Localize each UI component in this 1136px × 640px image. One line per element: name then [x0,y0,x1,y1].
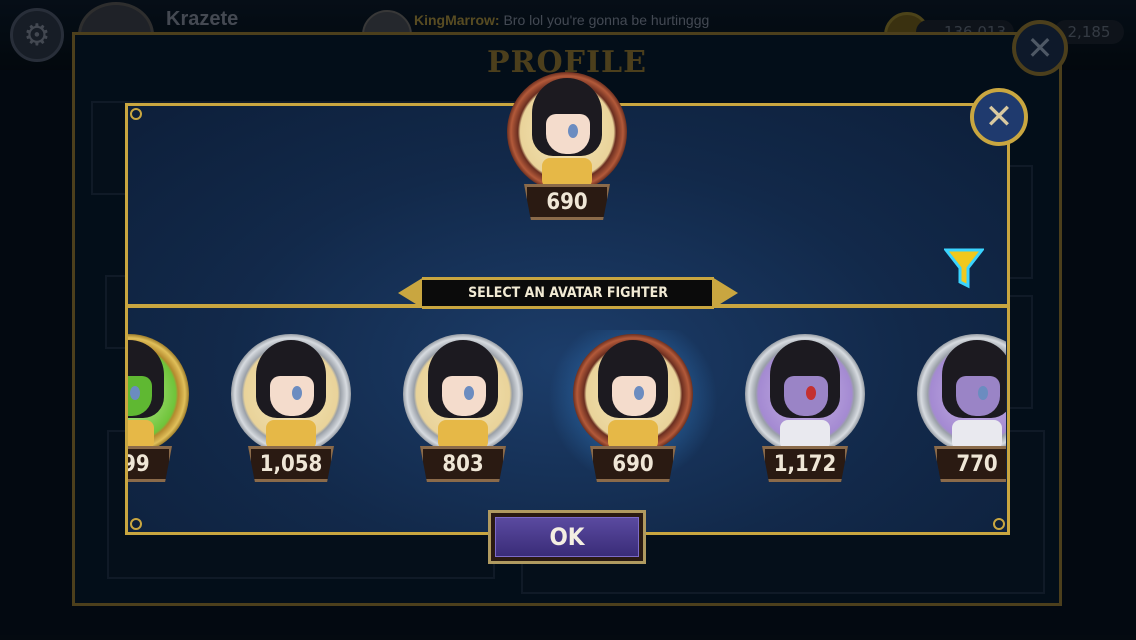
avatar-eye [568,124,578,138]
close-icon[interactable]: ✕ [970,88,1028,146]
selected-avatar-preview: 690 [502,72,632,222]
avatar-eye [292,386,302,400]
avatar-score: 690 [590,446,676,482]
avatar-score: 799 [128,446,172,482]
corner-ornament [130,108,142,120]
select-avatar-banner: SELECT AN AVATAR FIGHTER [398,277,738,309]
avatar-eye [806,386,816,400]
corner-ornament [130,518,142,530]
avatar-option[interactable]: 1,172 [740,334,870,484]
avatar-eye [130,386,140,400]
avatar-option[interactable]: 803 [398,334,528,484]
avatar-score: 803 [420,446,506,482]
avatar-costume [542,158,592,188]
filter-icon[interactable] [944,246,984,290]
ok-button[interactable]: OK [488,510,646,564]
avatar-option[interactable]: 799 [128,334,194,484]
banner-label: SELECT AN AVATAR FIGHTER [422,277,714,309]
avatar-score: 690 [524,184,610,220]
avatar-costume [266,420,316,450]
avatar-costume [438,420,488,450]
avatar-costume [608,420,658,450]
ok-button-label: OK [495,517,639,557]
banner-right-arrow [712,277,738,309]
avatar-costume [952,420,1002,450]
banner-left-arrow [398,277,424,309]
avatar-costume [128,420,154,450]
avatar-costume [780,420,830,450]
avatar-option[interactable]: 1,058 [226,334,356,484]
avatar-score: 770 [934,446,1006,482]
avatar-eye [464,386,474,400]
avatar-eye [634,386,644,400]
avatar-option[interactable]: 770 [912,334,1006,484]
avatar-score: 1,058 [248,446,334,482]
avatar-option-selected[interactable]: 690 [548,330,718,484]
avatar-carousel[interactable]: 799 1,058 803 690 1,172 [128,330,1006,500]
corner-ornament [993,518,1005,530]
avatar-score: 1,172 [762,446,848,482]
avatar-eye [978,386,988,400]
